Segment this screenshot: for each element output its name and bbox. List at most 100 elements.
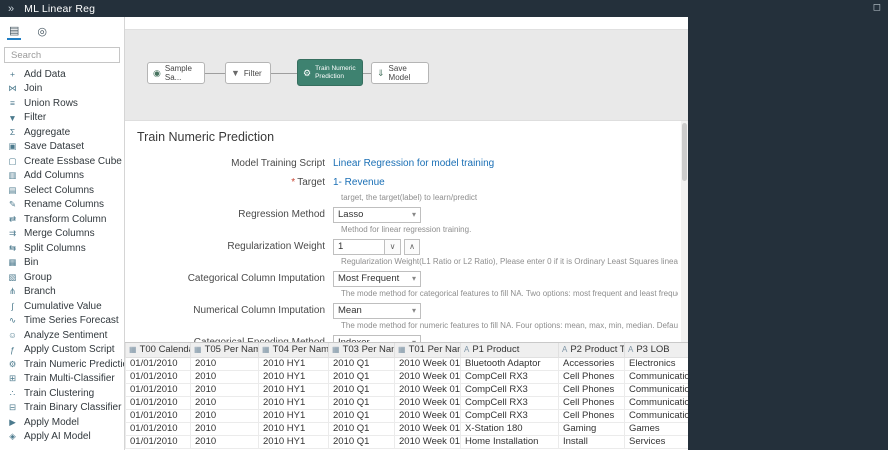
column-header[interactable]: A P3 LOB [624, 343, 688, 358]
sidebar-item[interactable]: ƒ Apply Custom Script [0, 343, 124, 358]
column-header[interactable]: ▦T05 Per Nam... [190, 343, 259, 358]
sidebar-item-icon: ∿ [8, 315, 17, 326]
node-sample-data[interactable]: ◉ Sample Sa... [147, 62, 205, 84]
page-title: ML Linear Reg [24, 2, 96, 15]
sidebar-item[interactable]: ∫ Cumulative Value [0, 299, 124, 314]
sidebar-item[interactable]: ▶ Apply Model [0, 415, 124, 430]
field-label: Categorical Column Imputation [187, 273, 325, 284]
sidebar-item[interactable]: ▦ Bin [0, 256, 124, 271]
dataset-icon: ◉ [153, 67, 161, 78]
vertical-scrollbar [681, 121, 688, 342]
sidebar-item[interactable]: ⇆ Split Columns [0, 241, 124, 256]
column-type-icon: ▦ [194, 345, 202, 355]
table-cell: 2010 HY1 [258, 421, 329, 436]
sidebar-item[interactable]: ⚙ Train Numeric Prediction [0, 357, 124, 372]
field-hint: The mode method for numeric features to … [341, 321, 678, 330]
table-cell: 2010 Week 01 [394, 421, 461, 436]
connector-line [363, 73, 371, 74]
table-row: 01/01/2010 2010 2010 HY1 2010 Q1 2010 We… [125, 434, 688, 449]
table-cell: Bluetooth Adaptor [460, 356, 559, 371]
sidebar-expand-icon[interactable]: » [8, 3, 14, 15]
sidebar-item[interactable]: ⇄ Transform Column [0, 212, 124, 227]
column-type-icon: A [464, 345, 470, 355]
window-icon[interactable]: ◻ [873, 2, 881, 13]
field-regularization-weight: Regularization Weight ∨ ∧ [125, 238, 678, 255]
sidebar-item-icon: ▼ [8, 112, 17, 123]
sidebar-item[interactable]: ⊞ Train Multi-Classifier [0, 372, 124, 387]
table-cell: 2010 Week 01 [394, 408, 461, 423]
sidebar-item[interactable]: ◈ Apply AI Model [0, 430, 124, 445]
sidebar: ▤ ◎ + Add Data ⋈ Joi [0, 17, 125, 450]
sidebar-item-icon: ☺ [8, 330, 17, 341]
column-header[interactable]: ▦T00 Calendar ... [125, 343, 191, 358]
table-cell: CompCell RX3 [460, 395, 559, 410]
sidebar-item-label: Merge Columns [24, 228, 95, 240]
spinner-up-button[interactable]: ∧ [404, 238, 420, 255]
sidebar-item[interactable]: ▢ Create Essbase Cube [0, 154, 124, 169]
select-value: Lasso [338, 209, 364, 220]
sidebar-item[interactable]: ▤ Select Columns [0, 183, 124, 198]
sidebar-item[interactable]: + Add Data [0, 67, 124, 82]
column-header[interactable]: A P1 Product [460, 343, 559, 358]
numerical-column-imputation-select[interactable]: Mean ▾ [333, 302, 421, 319]
sidebar-item[interactable]: ≡ Union Rows [0, 96, 124, 111]
sidebar-item-icon: ∫ [11, 301, 14, 312]
sidebar-item-icon: ⊞ [8, 373, 17, 384]
sidebar-item[interactable]: ▥ Add Columns [0, 169, 124, 184]
table-cell: 01/01/2010 [125, 369, 191, 384]
categorical-encoding-method-select[interactable]: Indexer ▾ [333, 334, 421, 342]
sidebar-item[interactable]: ▧ Group [0, 270, 124, 285]
column-header[interactable]: ▦T03 Per Nam... [328, 343, 395, 358]
steps-tab[interactable]: ▤ [7, 22, 22, 40]
table-cell: 2010 Q1 [328, 421, 395, 436]
regularization-weight-input[interactable] [333, 238, 385, 255]
table-cell: 2010 Q1 [328, 434, 395, 449]
scrollbar-thumb[interactable] [682, 123, 687, 181]
node-train-numeric-prediction[interactable]: ⚙ Train Numeric Prediction [297, 59, 363, 86]
regression-method-select[interactable]: Lasso ▾ [333, 206, 421, 223]
sidebar-item-icon: ▦ [8, 257, 17, 268]
column-header-label: P3 LOB [636, 344, 670, 356]
main-area: ◉ Sample Sa... ▼ Filter ⚙ Train Numeric … [125, 17, 688, 450]
preview-tab[interactable]: ◎ [35, 23, 49, 39]
sidebar-item[interactable]: ∿ Time Series Forecast [0, 314, 124, 329]
table-cell: Communication [624, 382, 688, 397]
sidebar-item[interactable]: Σ Aggregate [0, 125, 124, 140]
field-regression-method: Regression Method Lasso ▾ [125, 206, 678, 223]
sidebar-item[interactable]: ⇉ Merge Columns [0, 227, 124, 242]
column-header[interactable]: AP2 Product T... [558, 343, 625, 358]
sidebar-item[interactable]: ⋔ Branch [0, 285, 124, 300]
column-header[interactable]: ▦T01 Per Nam... [394, 343, 461, 358]
node-save-model[interactable]: ⇓ Save Model [371, 62, 429, 84]
sidebar-item-label: Apply AI Model [24, 431, 91, 443]
sidebar-item-icon: ⋈ [8, 83, 17, 94]
model-training-script-link[interactable]: Linear Regression for model training [333, 158, 494, 169]
table-cell: 2010 [190, 408, 259, 423]
table-cell: Services [624, 434, 688, 449]
search-input[interactable] [9, 48, 115, 62]
sidebar-item-label: Create Essbase Cube [24, 155, 122, 167]
sidebar-item[interactable]: ⊟ Train Binary Classifier [0, 401, 124, 416]
outside-window-area [688, 17, 888, 450]
node-label: Sample Sa... [164, 64, 192, 82]
field-numerical-column-imputation: Numerical Column Imputation Mean ▾ [125, 302, 678, 319]
eye-icon: ◎ [37, 26, 48, 38]
node-filter[interactable]: ▼ Filter [225, 62, 271, 84]
spinner-down-button[interactable]: ∨ [385, 238, 401, 255]
table-cell: Accessories [558, 356, 625, 371]
sidebar-item-label: Union Rows [24, 97, 78, 109]
sidebar-item-icon: ⇆ [8, 242, 17, 253]
sidebar-item[interactable]: ✎ Rename Columns [0, 198, 124, 213]
sidebar-item[interactable]: ⋈ Join [0, 82, 124, 97]
sidebar-item-label: Join [24, 83, 43, 95]
column-header[interactable]: ▦T04 Per Nam... [258, 343, 329, 358]
target-value-link[interactable]: 1- Revenue [333, 177, 385, 188]
sidebar-item-label: Save Dataset [24, 141, 85, 153]
sidebar-item-icon: ⋔ [8, 286, 17, 297]
sidebar-item[interactable]: ▼ Filter [0, 111, 124, 126]
sidebar-item[interactable]: ☺ Analyze Sentiment [0, 328, 124, 343]
categorical-column-imputation-select[interactable]: Most Frequent ▾ [333, 270, 421, 287]
sidebar-item-label: Add Data [24, 68, 66, 80]
sidebar-item[interactable]: ▣ Save Dataset [0, 140, 124, 155]
sidebar-item[interactable]: ∴ Train Clustering [0, 386, 124, 401]
